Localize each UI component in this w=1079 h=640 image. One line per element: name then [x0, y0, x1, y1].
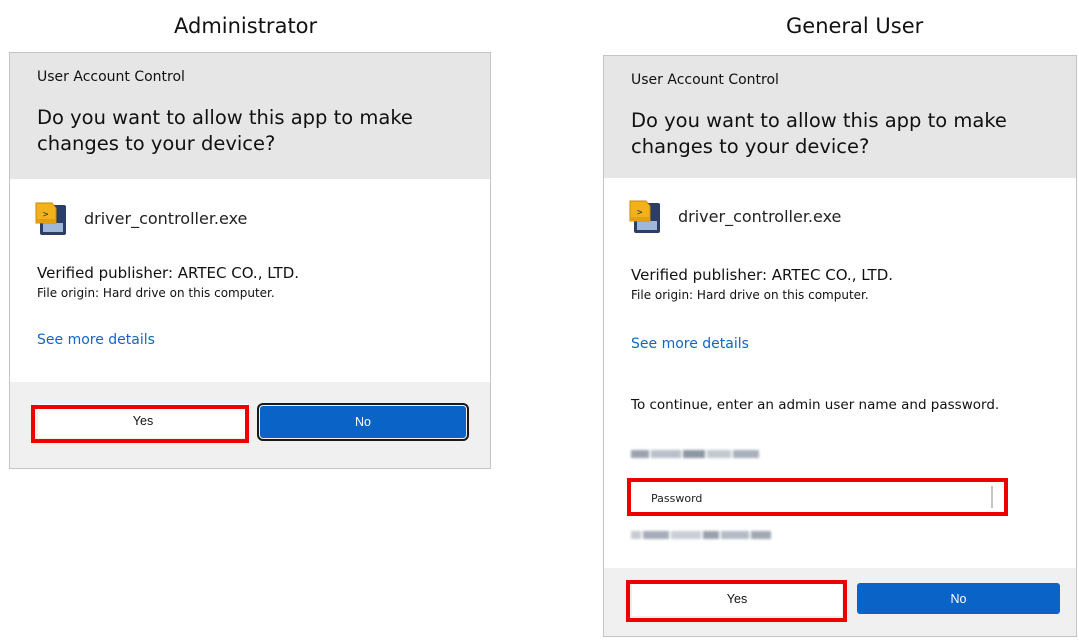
dialog-footer: Yes No [604, 568, 1076, 636]
general-user-caption: General User [786, 14, 924, 38]
text-cursor [991, 486, 993, 508]
dialog-question: Do you want to allow this app to make ch… [37, 106, 413, 155]
app-name: driver_controller.exe [84, 208, 248, 228]
program-file-icon: > [34, 199, 68, 237]
svg-text:>: > [43, 210, 49, 220]
no-button[interactable]: No [857, 583, 1060, 614]
uac-dialog-administrator: User Account Control Do you want to allo… [9, 52, 491, 469]
dialog-title: User Account Control [631, 72, 779, 88]
see-more-details-link[interactable]: See more details [631, 336, 749, 352]
yes-button[interactable]: Yes [38, 404, 248, 438]
app-row: > driver_controller.exe [34, 199, 247, 237]
svg-text:>: > [637, 208, 643, 218]
dialog-footer: Yes No [10, 382, 490, 468]
password-input[interactable]: Password [631, 483, 1003, 513]
app-name: driver_controller.exe [678, 206, 842, 226]
dialog-header: User Account Control Do you want to allo… [10, 53, 490, 179]
file-origin: File origin: Hard drive on this computer… [631, 288, 869, 302]
dialog-question: Do you want to allow this app to make ch… [631, 109, 1007, 158]
password-placeholder: Password [651, 492, 703, 505]
dialog-header: User Account Control Do you want to allo… [604, 56, 1076, 178]
program-file-icon: > [628, 197, 662, 235]
continue-prompt: To continue, enter an admin user name an… [631, 397, 1000, 413]
yes-button[interactable]: Yes [632, 582, 842, 616]
no-button[interactable]: No [257, 403, 469, 441]
administrator-caption: Administrator [174, 14, 318, 38]
uac-dialog-general-user: User Account Control Do you want to allo… [603, 55, 1077, 637]
verified-publisher: Verified publisher: ARTEC CO., LTD. [631, 266, 894, 284]
blurred-username [631, 450, 759, 458]
file-origin: File origin: Hard drive on this computer… [37, 286, 275, 300]
dialog-title: User Account Control [37, 69, 185, 85]
see-more-details-link[interactable]: See more details [37, 332, 155, 348]
app-row: > driver_controller.exe [628, 197, 841, 235]
blurred-domain [631, 531, 771, 539]
verified-publisher: Verified publisher: ARTEC CO., LTD. [37, 264, 300, 282]
